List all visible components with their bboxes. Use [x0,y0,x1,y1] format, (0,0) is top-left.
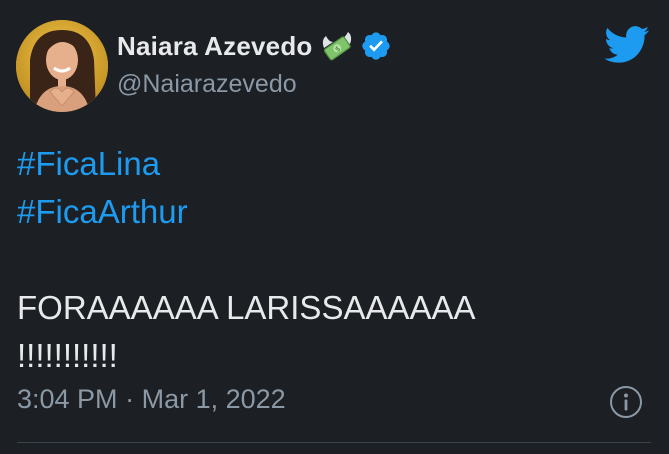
twitter-bird-icon[interactable] [604,26,650,64]
author-name-row: Naiara Azevedo $ [117,28,392,64]
tweet-date: Mar 1, 2022 [141,384,286,414]
tweet-text-line: !!!!!!!!!!! [17,337,118,374]
info-icon[interactable] [609,385,643,419]
tweet-card[interactable]: Naiara Azevedo $ @Naiarazevedo #FicaLina… [0,0,669,454]
divider [17,442,651,443]
tweet-body: #FicaLina #FicaArthur FORAAAAAA LARISSAA… [17,140,476,380]
author-handle[interactable]: @Naiarazevedo [117,70,297,99]
money-with-wings-icon: $ [320,30,354,62]
hashtag-link[interactable]: #FicaLina [17,140,476,188]
tweet-text-line: FORAAAAAA LARISSAAAAAA [17,289,476,326]
tweet-time: 3:04 PM [17,384,118,414]
meta-separator: · [125,384,135,414]
verified-badge-icon [360,30,392,62]
line-break [17,236,476,284]
hashtag-link[interactable]: #FicaArthur [17,188,476,236]
author-display-name[interactable]: Naiara Azevedo [117,31,312,62]
tweet-timestamp[interactable]: 3:04 PM · Mar 1, 2022 [17,384,286,415]
avatar[interactable] [16,20,108,112]
